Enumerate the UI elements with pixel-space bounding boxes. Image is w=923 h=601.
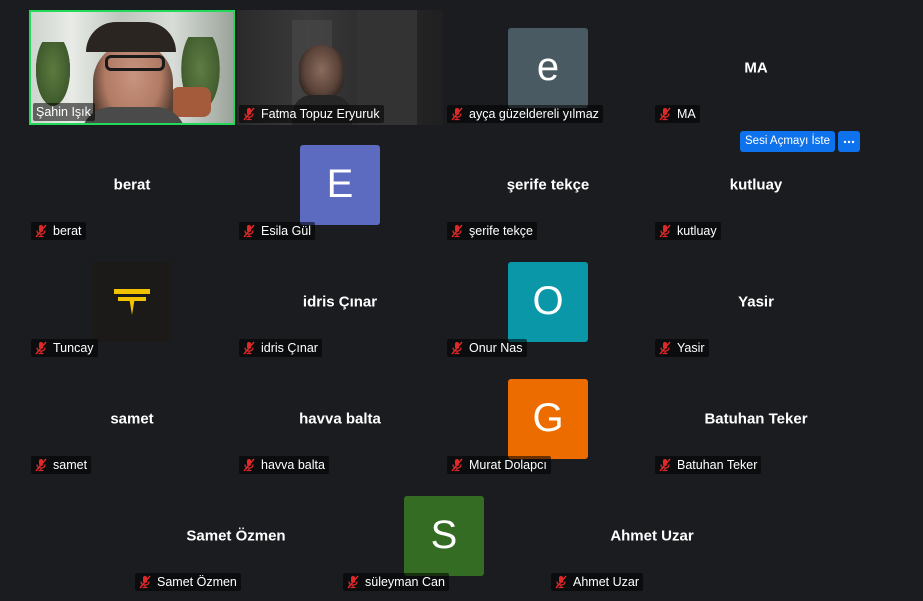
participant-tile-name[interactable]: idris Çınar idris Çınar [237, 244, 443, 359]
participant-display-name: berat [113, 176, 151, 193]
avatar: O [508, 261, 588, 342]
participant-name-label: Onur Nas [447, 339, 527, 357]
mic-muted-icon [242, 224, 256, 238]
mic-muted-icon [658, 224, 672, 238]
participant-name-label: MA [655, 105, 700, 123]
participant-name: Ahmet Uzar [573, 575, 639, 589]
participant-tile-name[interactable]: şerife tekçe şerife tekçe [445, 127, 651, 242]
participant-tile-name[interactable]: Ahmet Uzar Ahmet Uzar [549, 478, 755, 593]
participant-tile-name[interactable]: havva balta havva balta [237, 361, 443, 476]
participant-display-name: kutluay [729, 176, 783, 193]
participant-name-label: kutluay [655, 222, 721, 240]
participant-tile-avatar[interactable]: E Esila Gül [237, 127, 443, 242]
participant-tile-name[interactable]: kutluay kutluay [653, 127, 859, 242]
participant-display-name: havva balta [299, 410, 381, 427]
participant-display-name: samet [110, 410, 154, 427]
participant-name: Tuncay [53, 341, 94, 355]
participant-tile-name[interactable]: samet samet [29, 361, 235, 476]
mic-muted-icon [138, 575, 152, 589]
participant-name: Onur Nas [469, 341, 523, 355]
mic-muted-icon [34, 458, 48, 472]
participant-name: Esila Gül [261, 224, 312, 238]
participant-name: Şahin Işık [36, 105, 91, 119]
mic-muted-icon [346, 575, 360, 589]
participant-tile-avatar[interactable]: O Onur Nas [445, 244, 651, 359]
participant-tile-name[interactable]: Batuhan Teker Batuhan Teker [653, 361, 859, 476]
participant-name-label: Fatma Topuz Eryuruk [239, 105, 384, 123]
participant-display-name: MA [744, 59, 768, 76]
avatar: S [404, 495, 484, 576]
participant-name: şerife tekçe [469, 224, 533, 238]
participant-name-label: ayça güzeldereli yılmaz [447, 105, 603, 123]
participant-display-name: Samet Özmen [186, 527, 286, 544]
participant-tile-video[interactable]: Şahin Işık [29, 10, 235, 125]
participant-name-label: şerife tekçe [447, 222, 537, 240]
participant-name-label: Ahmet Uzar [551, 573, 643, 591]
mic-muted-icon [450, 341, 464, 355]
participant-name: samet [53, 458, 88, 472]
participant-name: MA [677, 107, 696, 121]
participant-tile-avatar[interactable]: e ayça güzeldereli yılmaz [445, 10, 651, 125]
participant-name-label: idris Çınar [239, 339, 322, 357]
mic-muted-icon [450, 458, 464, 472]
participant-name: havva balta [261, 458, 325, 472]
participant-name-label: Yasir [655, 339, 709, 357]
mic-muted-icon [658, 458, 672, 472]
participant-tile-name[interactable]: Samet Özmen Samet Özmen [133, 478, 339, 593]
participant-name-label: Samet Özmen [135, 573, 241, 591]
participant-tile-avatar[interactable]: G Murat Dolapcı [445, 361, 651, 476]
participant-name: Batuhan Teker [677, 458, 758, 472]
participant-name: Fatma Topuz Eryuruk [261, 107, 380, 121]
participant-name: idris Çınar [261, 341, 318, 355]
participant-display-name: Ahmet Uzar [610, 527, 694, 544]
participant-name-label: Esila Gül [239, 222, 316, 240]
participant-display-name: idris Çınar [302, 293, 378, 310]
participant-name-label: berat [31, 222, 86, 240]
mic-muted-icon [450, 224, 464, 238]
participant-name: süleyman Can [365, 575, 445, 589]
mic-muted-icon [658, 107, 672, 121]
participant-tile-name[interactable]: MA MA [653, 10, 859, 125]
participant-name-label: Murat Dolapcı [447, 456, 551, 474]
mic-muted-icon [450, 107, 464, 121]
participant-tile-name[interactable]: berat berat [29, 127, 235, 242]
participant-name: ayça güzeldereli yılmaz [469, 107, 599, 121]
participant-tile-name[interactable]: Yasir Yasir [653, 244, 859, 359]
mic-muted-icon [242, 341, 256, 355]
participant-name: berat [53, 224, 82, 238]
mic-muted-icon [242, 458, 256, 472]
participant-name-label: Batuhan Teker [655, 456, 762, 474]
participant-display-name: Yasir [738, 293, 774, 310]
mic-muted-icon [554, 575, 568, 589]
participant-tile-video[interactable]: Fatma Topuz Eryuruk [237, 10, 443, 125]
participant-tile-avatar[interactable]: S süleyman Can [341, 478, 547, 593]
participant-display-name: Batuhan Teker [704, 410, 808, 427]
avatar: E [300, 144, 380, 225]
participant-name-label: Şahin Işık [33, 103, 95, 121]
participant-display-name: şerife tekçe [506, 176, 590, 193]
avatar: G [508, 378, 588, 459]
participant-name: kutluay [677, 224, 717, 238]
participant-name-label: samet [31, 456, 92, 474]
participant-name: Samet Özmen [157, 575, 237, 589]
mic-muted-icon [34, 341, 48, 355]
mic-muted-icon [242, 107, 256, 121]
participant-name-label: süleyman Can [343, 573, 449, 591]
participant-name: Yasir [677, 341, 705, 355]
avatar: e [508, 27, 588, 108]
mic-muted-icon [34, 224, 48, 238]
participant-name: Murat Dolapcı [469, 458, 547, 472]
participant-tile-logo[interactable]: Tuncay [29, 244, 235, 359]
participant-name-label: Tuncay [31, 339, 98, 357]
mic-muted-icon [658, 341, 672, 355]
participant-name-label: havva balta [239, 456, 329, 474]
t-logo-icon [92, 261, 172, 342]
